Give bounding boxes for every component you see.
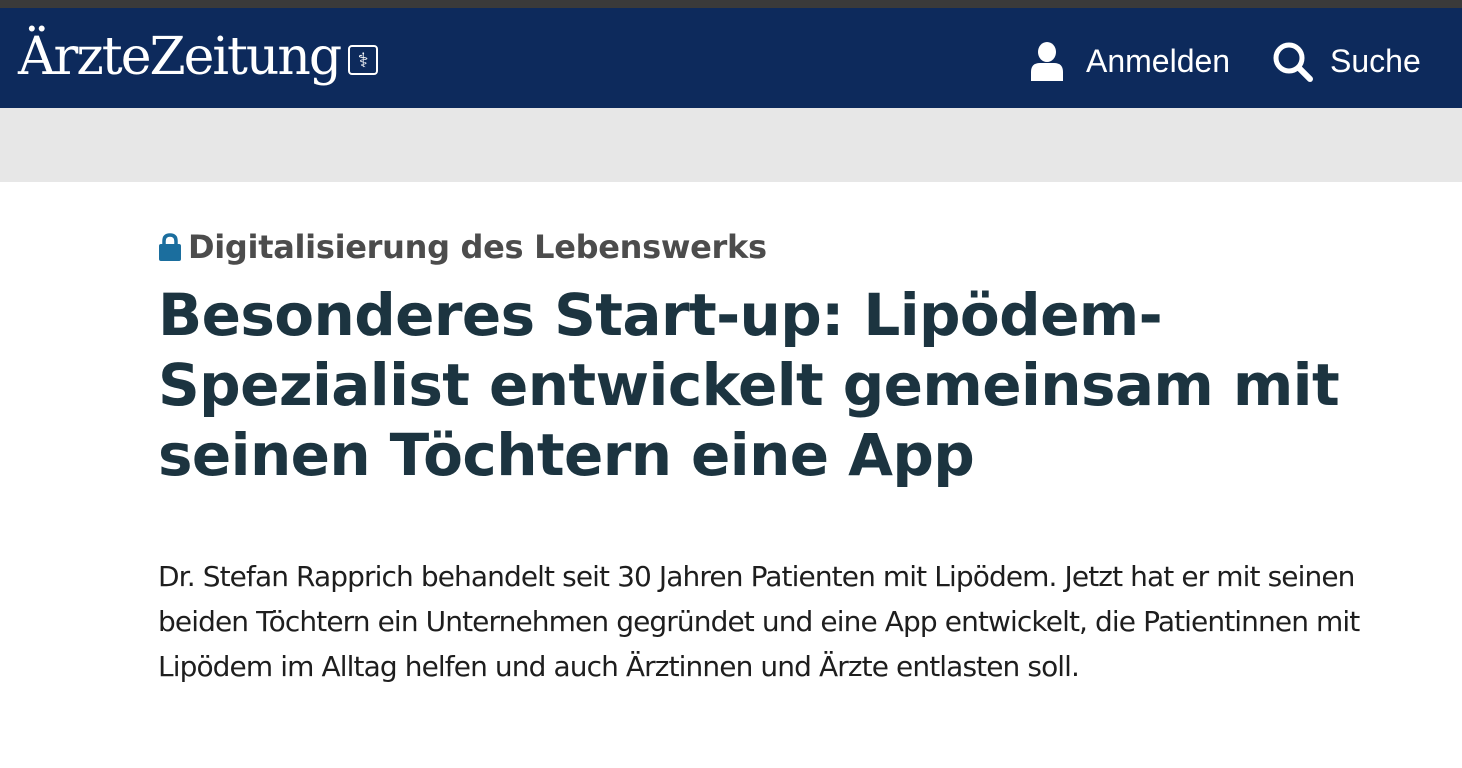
site-logo[interactable]: ÄrzteZeitung ⚕ — [18, 22, 379, 92]
search-button[interactable]: Suche — [1272, 38, 1421, 84]
site-header: ÄrzteZeitung ⚕ Anmelden Suche — [0, 8, 1462, 108]
user-icon — [1028, 41, 1066, 81]
caduceus-icon: ⚕ — [348, 45, 379, 75]
search-icon — [1272, 41, 1313, 82]
article-kicker: Digitalisierung des Lebenswerks — [158, 228, 767, 266]
kicker-text: Digitalisierung des Lebenswerks — [188, 228, 767, 266]
article-lead: Dr. Stefan Rapprich behandelt seit 30 Ja… — [158, 560, 1360, 683]
article-headline: Besonderes Start-up: Lipödem-Spezialist … — [158, 281, 1340, 489]
ad-banner-placeholder — [0, 108, 1462, 182]
lock-icon — [158, 232, 182, 262]
browser-top-strip — [0, 0, 1462, 8]
search-label: Suche — [1330, 42, 1421, 79]
logo-wordmark: ÄrzteZeitung — [18, 27, 342, 87]
login-button[interactable]: Anmelden — [1028, 38, 1230, 84]
login-label: Anmelden — [1086, 42, 1231, 79]
